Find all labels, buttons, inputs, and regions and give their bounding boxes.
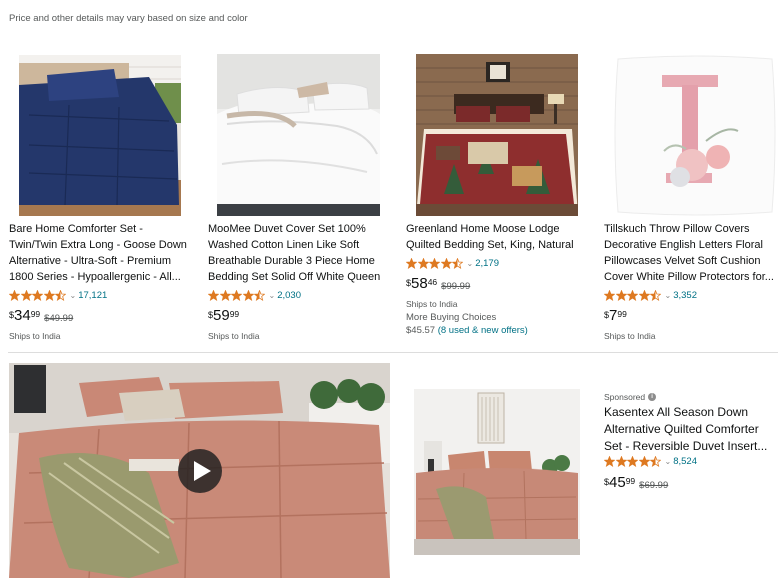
review-count[interactable]: 2,179 xyxy=(475,258,499,269)
chevron-down-icon[interactable]: ⌄ xyxy=(70,291,77,300)
sponsored-label: Sponsored i xyxy=(604,392,657,402)
star-icon xyxy=(242,289,254,301)
price-bare-home: $ 34 99 $49.99 xyxy=(9,307,74,325)
star-icon xyxy=(55,289,66,301)
star-icon xyxy=(615,455,627,467)
ships-to: Ships to India xyxy=(9,331,61,341)
star-icon xyxy=(219,289,231,301)
play-icon xyxy=(194,461,211,481)
chevron-down-icon[interactable]: ⌄ xyxy=(665,291,672,300)
star-icon xyxy=(627,455,638,467)
star-icon xyxy=(406,257,417,269)
star-icon xyxy=(440,257,452,269)
product-image-kasentex[interactable] xyxy=(414,389,580,555)
row-divider xyxy=(8,352,778,353)
rating-bare-home[interactable]: ⌄ 17,121 xyxy=(9,289,107,301)
star-icon xyxy=(43,289,55,301)
rating-tillskuch[interactable]: ⌄ 3,352 xyxy=(604,289,697,301)
list-price: $99.99 xyxy=(441,281,471,292)
rating-greenland[interactable]: ⌄ 2,179 xyxy=(406,257,499,269)
list-price: $49.99 xyxy=(44,313,74,324)
star-icon xyxy=(604,455,615,467)
product-image-moomee[interactable] xyxy=(217,54,380,216)
price-disclaimer: Price and other details may vary based o… xyxy=(9,13,248,24)
star-icon xyxy=(638,289,650,301)
star-icon xyxy=(20,289,32,301)
more-buying-choices: More Buying Choices xyxy=(406,312,497,323)
price-moomee: $ 59 99 xyxy=(208,307,240,324)
price-tillskuch: $ 7 99 xyxy=(604,307,627,324)
star-icon xyxy=(231,289,242,301)
play-video-button[interactable] xyxy=(178,449,222,493)
ships-to: Ships to India xyxy=(604,331,656,341)
star-icon xyxy=(650,289,661,301)
star-rating xyxy=(604,455,662,467)
star-rating xyxy=(604,289,662,301)
star-icon xyxy=(417,257,429,269)
price-kasentex: $ 45 99 $69.99 xyxy=(604,474,669,492)
ships-to: Ships to India xyxy=(208,331,260,341)
star-icon xyxy=(638,455,650,467)
offers-line: $45.57 (8 used & new offers) xyxy=(406,325,528,336)
star-icon xyxy=(429,257,440,269)
review-count[interactable]: 3,352 xyxy=(673,290,697,301)
product-title-kasentex[interactable]: Kasentex All Season Down Alternative Qui… xyxy=(604,404,778,455)
review-count[interactable]: 17,121 xyxy=(78,290,107,301)
chevron-down-icon[interactable]: ⌄ xyxy=(269,291,276,300)
star-icon xyxy=(9,289,20,301)
ships-to: Ships to India xyxy=(406,299,458,309)
product-image-greenland[interactable] xyxy=(416,54,578,216)
star-icon xyxy=(650,455,661,467)
product-title-moomee[interactable]: MooMee Duvet Cover Set 100% Washed Cotto… xyxy=(208,221,392,285)
star-icon xyxy=(32,289,43,301)
used-new-offers-link[interactable]: (8 used & new offers) xyxy=(438,325,528,336)
star-icon xyxy=(627,289,638,301)
star-rating xyxy=(406,257,464,269)
star-icon xyxy=(208,289,219,301)
rating-kasentex[interactable]: ⌄ 8,524 xyxy=(604,455,697,467)
chevron-down-icon[interactable]: ⌄ xyxy=(665,457,672,466)
product-image-tillskuch[interactable] xyxy=(614,55,776,216)
price-greenland: $ 58 46 $99.99 xyxy=(406,275,471,293)
star-rating xyxy=(9,289,67,301)
star-rating xyxy=(208,289,266,301)
star-icon xyxy=(254,289,265,301)
product-title-bare-home[interactable]: Bare Home Comforter Set - Twin/Twin Extr… xyxy=(9,221,193,285)
star-icon xyxy=(615,289,627,301)
chevron-down-icon[interactable]: ⌄ xyxy=(467,259,474,268)
product-title-tillskuch[interactable]: Tillskuch Throw Pillow Covers Decorative… xyxy=(604,221,778,285)
rating-moomee[interactable]: ⌄ 2,030 xyxy=(208,289,301,301)
offer-price: $45.57 xyxy=(406,325,436,336)
review-count[interactable]: 2,030 xyxy=(277,290,301,301)
product-image-bare-home[interactable] xyxy=(19,55,181,216)
info-icon[interactable]: i xyxy=(648,393,657,401)
product-title-greenland[interactable]: Greenland Home Moose Lodge Quilted Beddi… xyxy=(406,221,590,253)
review-count[interactable]: 8,524 xyxy=(673,456,697,467)
star-icon xyxy=(452,257,463,269)
list-price: $69.99 xyxy=(639,480,669,491)
star-icon xyxy=(604,289,615,301)
